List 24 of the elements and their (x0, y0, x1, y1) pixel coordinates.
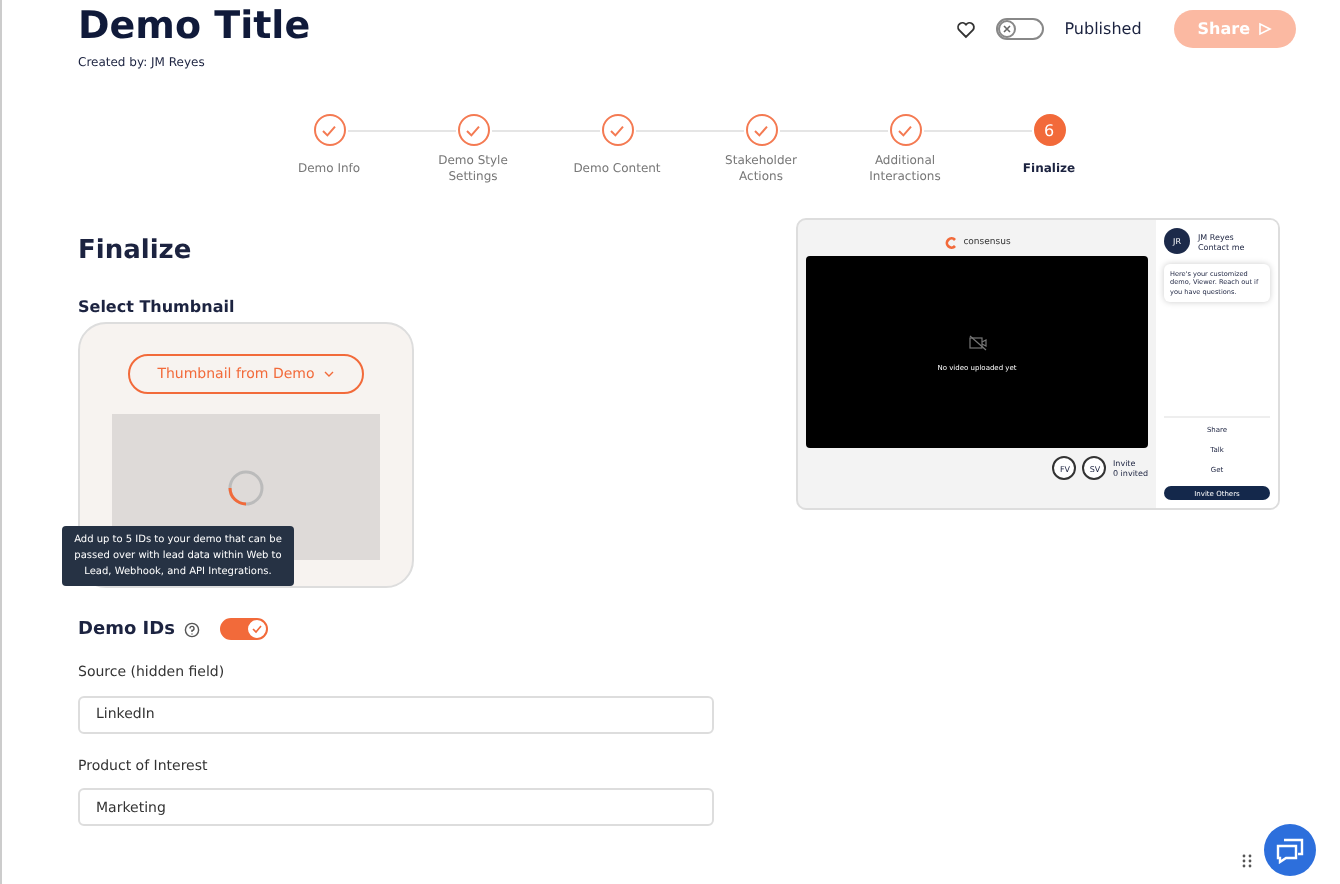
logo-icon (943, 235, 958, 249)
published-label: Published (1064, 20, 1142, 38)
section-title: Finalize (78, 236, 194, 266)
check-icon[interactable] (313, 114, 345, 146)
page-title: Demo Title (78, 4, 311, 48)
chevron-down-icon (324, 370, 335, 378)
thumbnail-label: Select Thumbnail (78, 298, 237, 316)
check-icon (250, 622, 265, 636)
check-icon[interactable] (457, 114, 489, 146)
check-icon[interactable] (889, 114, 921, 146)
chat-icon (1276, 837, 1304, 863)
x-icon (1000, 22, 1015, 36)
send-icon (1258, 22, 1272, 36)
loading-spinner-icon (226, 467, 266, 507)
heart-icon[interactable] (956, 19, 977, 39)
demo-ids-toggle[interactable] (220, 618, 269, 640)
demo-ids-label: Demo IDs (78, 619, 175, 639)
published-toggle[interactable] (996, 18, 1045, 40)
drag-handle-icon[interactable] (1242, 854, 1252, 868)
check-icon[interactable] (745, 114, 777, 146)
chat-button[interactable] (1264, 824, 1316, 876)
help-icon[interactable] (184, 621, 201, 637)
check-icon[interactable] (601, 114, 633, 146)
video-off-icon (967, 333, 987, 351)
